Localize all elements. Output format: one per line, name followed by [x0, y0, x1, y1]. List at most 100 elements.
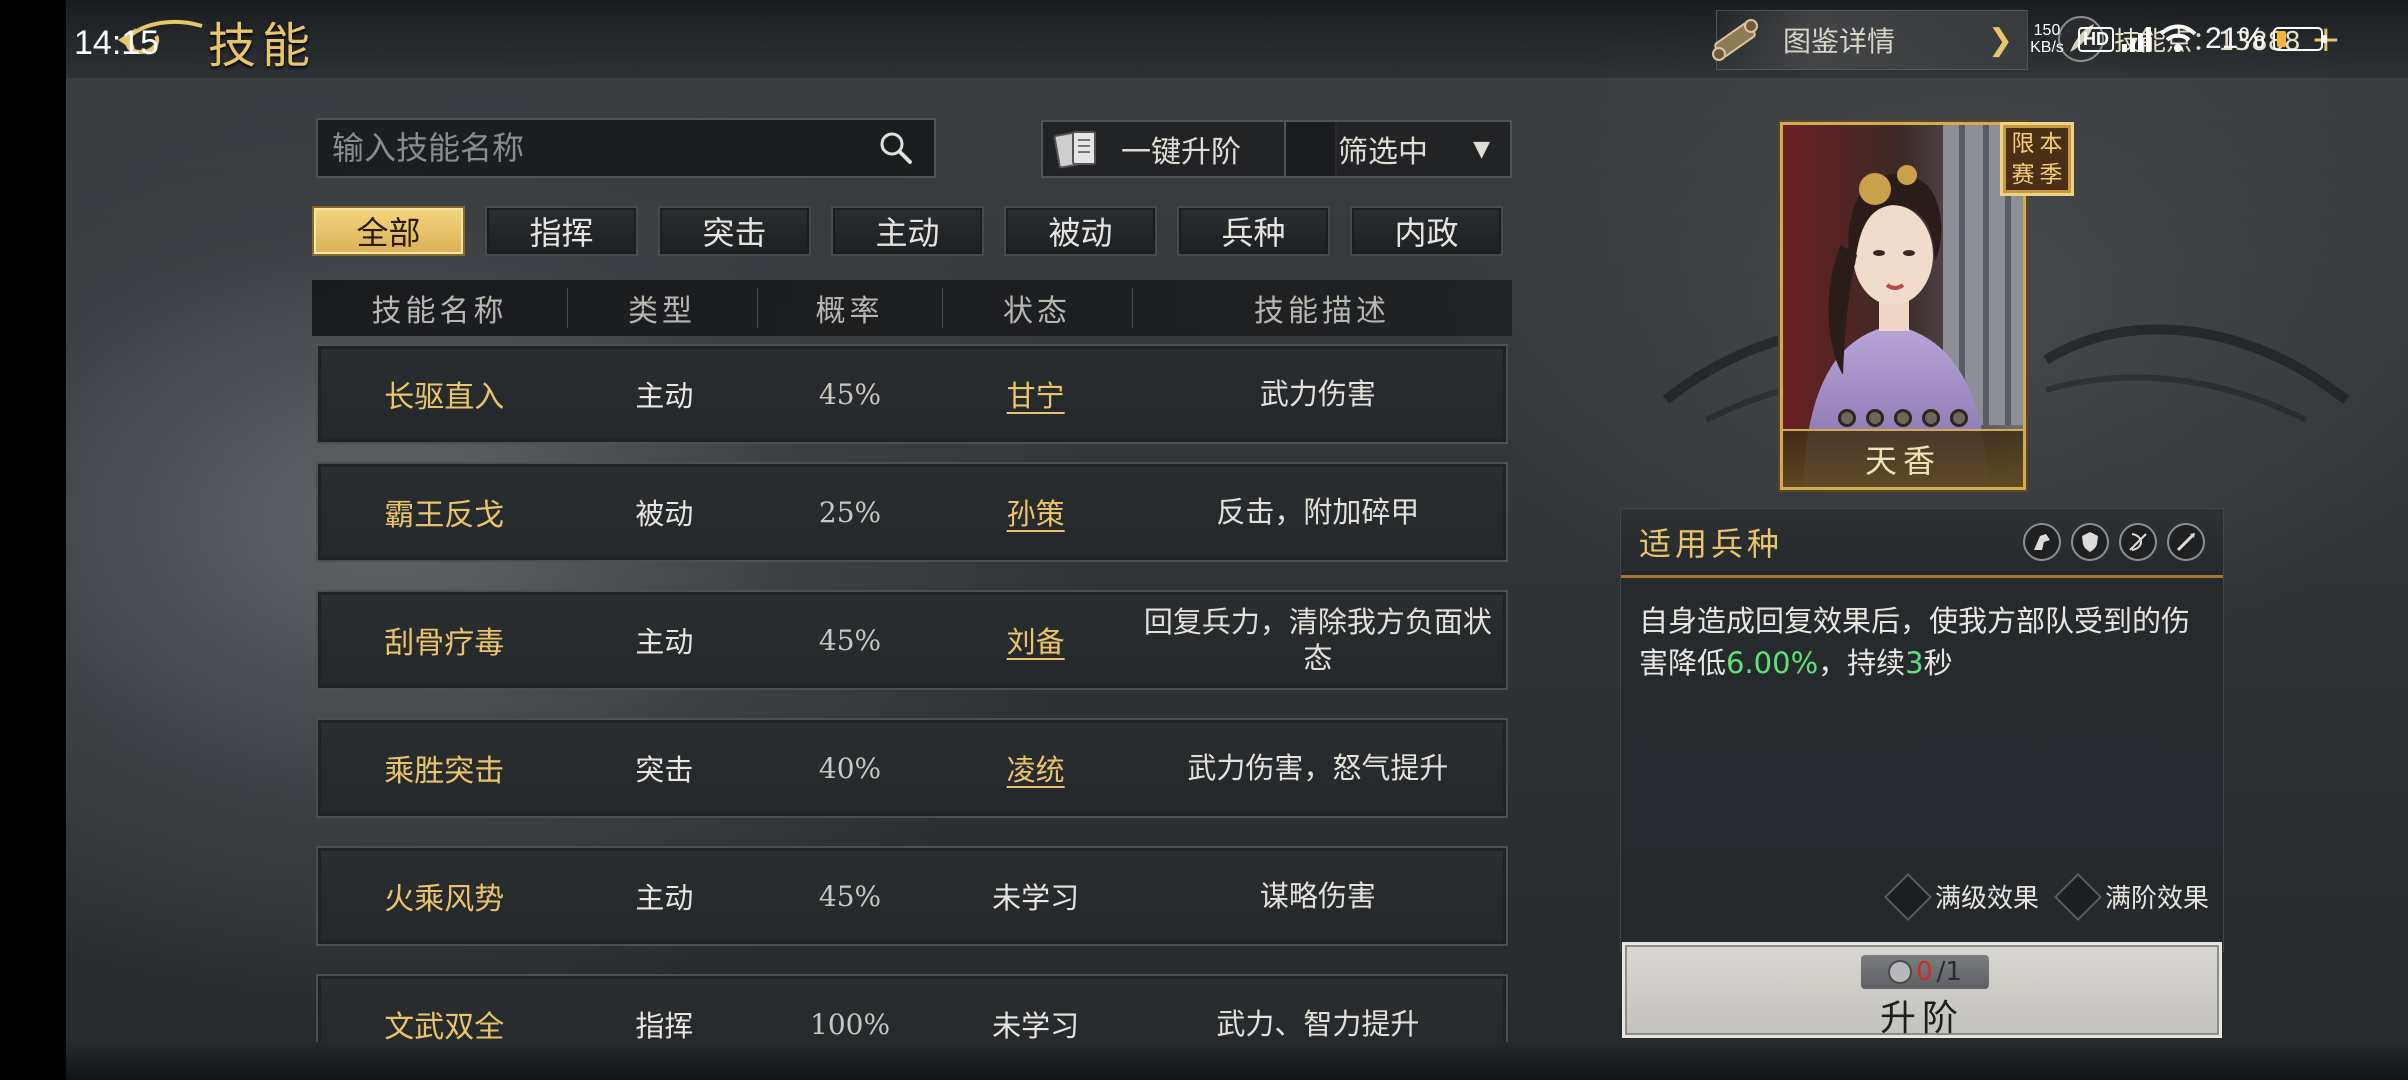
- troop-type-icons: [2023, 523, 2205, 561]
- max-level-effect-label: 满级效果: [1934, 884, 2039, 914]
- skills-screen: 技能 图鉴详情 ❯ 技能点：13888 + 输入技能名称 一键升阶 筛选中 ▼ …: [66, 0, 2408, 1080]
- troop-type-header: 适用兵种: [1621, 509, 2223, 578]
- star-icon: [1866, 409, 1884, 427]
- hero-name: 天香: [1864, 442, 1941, 480]
- filter-dropdown[interactable]: 筛选中 ▼: [1284, 120, 1512, 178]
- ascend-cost: 0/1: [1861, 955, 1989, 989]
- hero-stars: [1783, 409, 2023, 427]
- skill-points-text: 技能点：13888: [2114, 26, 2301, 57]
- header-rate[interactable]: 概率: [757, 286, 942, 330]
- star-icon: [1838, 409, 1856, 427]
- skill-type: 主动: [635, 881, 694, 915]
- skill-status-link[interactable]: 刘备: [942, 619, 1130, 661]
- hero-card[interactable]: 天香: [1780, 122, 2026, 490]
- back-arrow-icon[interactable]: [116, 18, 206, 62]
- skill-description: 谋略伤害: [1259, 879, 1376, 913]
- skill-status-link[interactable]: 凌统: [942, 747, 1130, 789]
- table-row[interactable]: 乘胜突击 突击 40% 凌统 武力伤害，怒气提升: [316, 718, 1508, 818]
- tab-assault[interactable]: 突击: [658, 206, 811, 256]
- hero-name-plate: 天香: [1783, 429, 2023, 487]
- skill-name: 霸王反戈: [384, 498, 505, 533]
- table-row[interactable]: 长驱直入 主动 45% 甘宁 武力伤害: [316, 344, 1508, 444]
- header-status[interactable]: 状态: [942, 286, 1132, 330]
- season-badge-char: 赛: [2011, 161, 2035, 188]
- cavalry-icon: [2023, 523, 2061, 561]
- skill-type: 主动: [635, 379, 694, 413]
- chevron-down-icon: ▼: [1473, 136, 1490, 162]
- tab-all[interactable]: 全部: [312, 206, 465, 256]
- desc-duration: 3: [1905, 646, 1924, 680]
- skill-status: 未学习: [992, 881, 1080, 915]
- table-row[interactable]: 火乘风势 主动 45% 未学习 谋略伤害: [316, 846, 1508, 946]
- checkbox-diamond-icon: [1883, 872, 1933, 921]
- tab-troop[interactable]: 兵种: [1177, 206, 1330, 256]
- skill-type: 被动: [635, 497, 694, 531]
- max-rank-effect-toggle[interactable]: 满阶效果: [2053, 872, 2209, 921]
- ascend-token-icon: [1888, 960, 1913, 984]
- table-row[interactable]: 霸王反戈 被动 25% 孙策 反击，附加碎甲: [316, 462, 1508, 562]
- skill-rate: 25%: [818, 495, 882, 529]
- chevron-right-icon: ❯: [1987, 22, 2013, 58]
- tab-domestic[interactable]: 内政: [1350, 206, 1503, 256]
- season-badge-char: 季: [2039, 161, 2063, 188]
- season-badge-char: 限: [2011, 130, 2035, 157]
- skill-type: 主动: [635, 625, 694, 659]
- header-skill-name[interactable]: 技能名称: [312, 286, 567, 330]
- tab-command[interactable]: 指挥: [485, 206, 638, 256]
- codex-details-button[interactable]: 图鉴详情 ❯: [1712, 10, 2028, 70]
- skill-table-header: 技能名称 类型 概率 状态 技能描述: [312, 280, 1512, 336]
- skill-status: 未学习: [992, 1009, 1080, 1042]
- skill-status-link[interactable]: 孙策: [942, 491, 1130, 533]
- ascend-cost-have: 0: [1916, 957, 1933, 987]
- table-row[interactable]: 刮骨疗毒 主动 45% 刘备 回复兵力，清除我方负面状态: [316, 590, 1508, 690]
- add-skill-points-icon[interactable]: +: [2311, 19, 2341, 60]
- desc-mid: ，持续: [1818, 646, 1906, 680]
- star-icon: [1922, 409, 1940, 427]
- skill-cards-icon: [1053, 131, 1096, 169]
- category-tabs: 全部 指挥 突击 主动 被动 兵种 内政: [312, 206, 1503, 256]
- skill-rate: 45%: [818, 377, 882, 411]
- table-row[interactable]: 文武双全 指挥 100% 未学习 武力、智力提升: [316, 974, 1508, 1042]
- desc-suffix: 秒: [1923, 646, 1953, 680]
- search-icon[interactable]: [876, 128, 916, 168]
- filter-label: 筛选中: [1338, 135, 1428, 170]
- star-icon: [1950, 409, 1968, 427]
- skill-type: 指挥: [635, 1009, 694, 1042]
- season-badge-char: 本: [2039, 130, 2063, 157]
- skill-name: 火乘风势: [384, 882, 505, 917]
- bow-icon: [2119, 523, 2157, 561]
- skill-search-box: [316, 118, 936, 178]
- skill-rate: 45%: [818, 623, 882, 657]
- ascend-button[interactable]: 0/1 升阶: [1622, 942, 2222, 1039]
- skill-name: 乘胜突击: [384, 754, 505, 789]
- skill-description: 反击，附加碎甲: [1216, 495, 1420, 529]
- feather-icon: [2058, 16, 2104, 62]
- skill-rate: 100%: [810, 1007, 891, 1041]
- skill-search-input[interactable]: [318, 119, 876, 177]
- troop-type-title: 适用兵种: [1639, 525, 1784, 563]
- upgrade-all-label: 一键升阶: [1121, 135, 1241, 170]
- skill-rate: 40%: [818, 751, 882, 785]
- skill-name: 刮骨疗毒: [384, 626, 505, 661]
- tab-passive[interactable]: 被动: [1004, 206, 1157, 256]
- season-limited-badge: 限 本 赛 季: [2000, 122, 2074, 196]
- desc-damage-reduction: 6.00%: [1726, 646, 1819, 680]
- skill-list[interactable]: 长驱直入 主动 45% 甘宁 武力伤害 霸王反戈 被动 25% 孙策 反击，附加…: [316, 344, 1512, 1042]
- max-level-effect-toggle[interactable]: 满级效果: [1883, 872, 2039, 921]
- ascend-label: 升阶: [1879, 998, 1964, 1039]
- header-type[interactable]: 类型: [567, 286, 757, 330]
- shield-icon: [2071, 523, 2109, 561]
- header-description: 技能描述: [1132, 286, 1512, 330]
- skill-detail-panel: 适用兵种 自身造成回复效果后，使我方部队受到的伤害降低6.00%，持续3秒 满级…: [1620, 508, 2224, 952]
- skill-name: 长驱直入: [384, 380, 505, 415]
- effect-toggles: 满级效果 满阶效果: [1883, 872, 2209, 921]
- spear-icon: [2167, 523, 2205, 561]
- codex-details-label: 图鉴详情: [1783, 25, 1896, 58]
- tab-active[interactable]: 主动: [831, 206, 984, 256]
- skill-rate: 45%: [818, 879, 882, 913]
- scroll-icon: [1712, 19, 1758, 61]
- skill-type: 突击: [635, 753, 694, 787]
- max-rank-effect-label: 满阶效果: [2104, 884, 2209, 914]
- skill-status-link[interactable]: 甘宁: [942, 373, 1130, 415]
- page-title: 技能: [208, 18, 317, 74]
